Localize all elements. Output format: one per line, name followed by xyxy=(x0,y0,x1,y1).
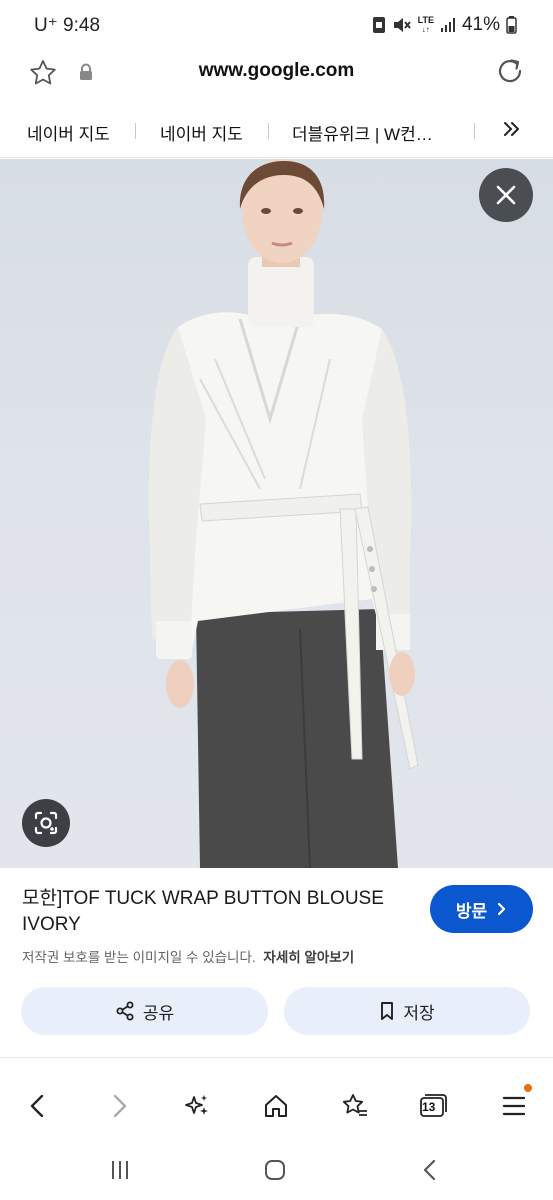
signal-icon xyxy=(440,17,456,33)
sim-icon xyxy=(372,16,386,34)
divider xyxy=(0,1057,553,1058)
bookmark-item[interactable]: 네이버 지도 xyxy=(160,120,243,145)
battery-percent: 41% xyxy=(461,14,500,35)
visit-label: 방문 xyxy=(455,901,488,921)
url-text[interactable]: www.google.com xyxy=(0,60,553,82)
tabs-count: 13 xyxy=(422,1100,436,1114)
carrier-label: U⁺ xyxy=(34,14,58,36)
home-nav-icon[interactable] xyxy=(257,1152,293,1188)
browser-toolbar: 13 xyxy=(0,1072,553,1136)
visit-button[interactable]: 방문 xyxy=(430,885,533,933)
clock: 9:48 xyxy=(63,14,101,36)
share-icon xyxy=(116,1001,134,1021)
status-left: U⁺ 9:48 xyxy=(34,14,100,37)
menu-icon[interactable] xyxy=(496,1084,532,1124)
bookmark-item[interactable]: 더블유위크 | W컨… xyxy=(292,120,433,145)
address-bar: www.google.com xyxy=(0,50,553,104)
share-button[interactable]: 공유 xyxy=(21,987,268,1035)
bookmarks-bar: 네이버 지도 네이버 지도 더블유위크 | W컨… xyxy=(0,104,553,158)
save-label: 저장 xyxy=(403,1003,435,1023)
result-panel: 모한]TOF TUCK WRAP BUTTON BLOUSE IVORY 방문 … xyxy=(0,868,553,1068)
save-button[interactable]: 저장 xyxy=(284,987,530,1035)
lte-icon: LTE ↓↑ xyxy=(417,15,434,35)
lens-icon[interactable] xyxy=(22,799,70,847)
recents-icon[interactable] xyxy=(102,1152,138,1188)
notification-dot xyxy=(524,1084,532,1092)
bookmark-separator xyxy=(135,123,136,139)
back-icon[interactable] xyxy=(20,1088,56,1124)
more-bookmarks-icon[interactable] xyxy=(501,118,523,146)
status-right: LTE ↓↑ 41% xyxy=(372,14,517,36)
copyright-text: 저작권 보호를 받는 이미지일 수 있습니다. xyxy=(22,950,256,965)
share-label: 공유 xyxy=(142,1003,175,1023)
sparkle-icon[interactable] xyxy=(179,1088,215,1124)
bookmark-separator xyxy=(268,123,269,139)
learn-more-link[interactable]: 자세히 알아보기 xyxy=(263,950,354,965)
chevron-right-icon xyxy=(498,902,506,916)
status-bar: U⁺ 9:48 LTE ↓↑ 41% xyxy=(0,0,553,50)
mute-icon xyxy=(392,16,412,34)
product-photo xyxy=(148,159,419,868)
battery-icon xyxy=(506,16,517,34)
bookmark-separator xyxy=(474,123,475,139)
reload-icon[interactable] xyxy=(495,56,525,86)
tabs-icon[interactable]: 13 xyxy=(415,1088,451,1124)
back-nav-icon[interactable] xyxy=(412,1152,448,1188)
system-nav-bar xyxy=(0,1140,553,1200)
result-title[interactable]: 모한]TOF TUCK WRAP BUTTON BLOUSE IVORY xyxy=(22,886,412,938)
close-icon[interactable] xyxy=(479,168,533,222)
bookmark-icon xyxy=(381,1002,394,1020)
copyright-notice: 저작권 보호를 받는 이미지일 수 있습니다. 자세히 알아보기 xyxy=(22,946,354,966)
forward-icon[interactable] xyxy=(101,1088,137,1124)
image-preview[interactable] xyxy=(0,159,553,868)
bookmark-item[interactable]: 네이버 지도 xyxy=(27,120,110,145)
home-icon[interactable] xyxy=(258,1088,294,1124)
bookmarks-star-icon[interactable] xyxy=(337,1088,373,1124)
